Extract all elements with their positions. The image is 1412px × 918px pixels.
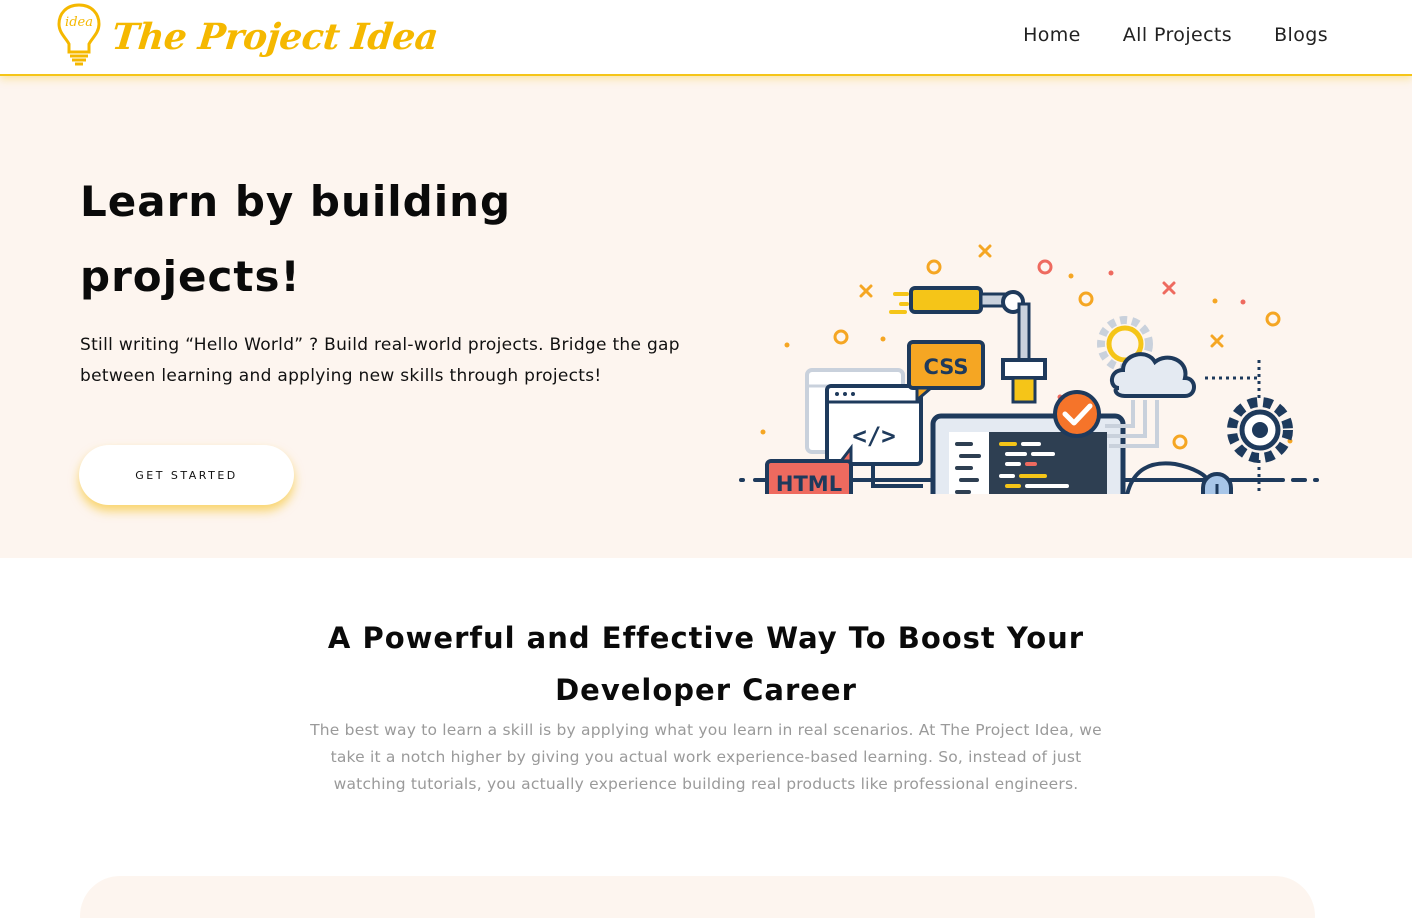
css-badge: CSS (907, 340, 985, 404)
main-nav: Home All Projects Blogs (1023, 24, 1328, 46)
nav-blogs[interactable]: Blogs (1274, 24, 1328, 46)
nav-home[interactable]: Home (1023, 24, 1081, 46)
section-description: The best way to learn a skill is by appl… (310, 721, 1102, 793)
hero-title: Learn by building projects! (80, 177, 512, 301)
hero-description: Still writing “Hello World” ? Build real… (80, 335, 680, 386)
feature-card (80, 876, 1315, 918)
logo-text: The Project Idea (109, 16, 440, 58)
hero-section: Learn by building projects! Still writin… (0, 76, 1412, 558)
developer-illustration: </> CSS HTML (739, 244, 1319, 494)
section-title: A Powerful and Effective Way To Boost Yo… (327, 621, 1085, 707)
logo[interactable]: idea The Project Idea (56, 2, 440, 72)
check-icon (1053, 390, 1101, 438)
svg-text:HTML: HTML (776, 472, 842, 494)
logo-icon-word: idea (65, 15, 93, 30)
site-header: idea The Project Idea Home All Projects … (0, 0, 1412, 76)
svg-text:</>: </> (852, 422, 895, 450)
nav-all-projects[interactable]: All Projects (1123, 24, 1232, 46)
lightbulb-icon: idea (56, 2, 102, 72)
svg-text:CSS: CSS (923, 355, 968, 379)
get-started-button[interactable]: GET STARTED (79, 445, 294, 505)
laptop-icon (930, 413, 1126, 494)
